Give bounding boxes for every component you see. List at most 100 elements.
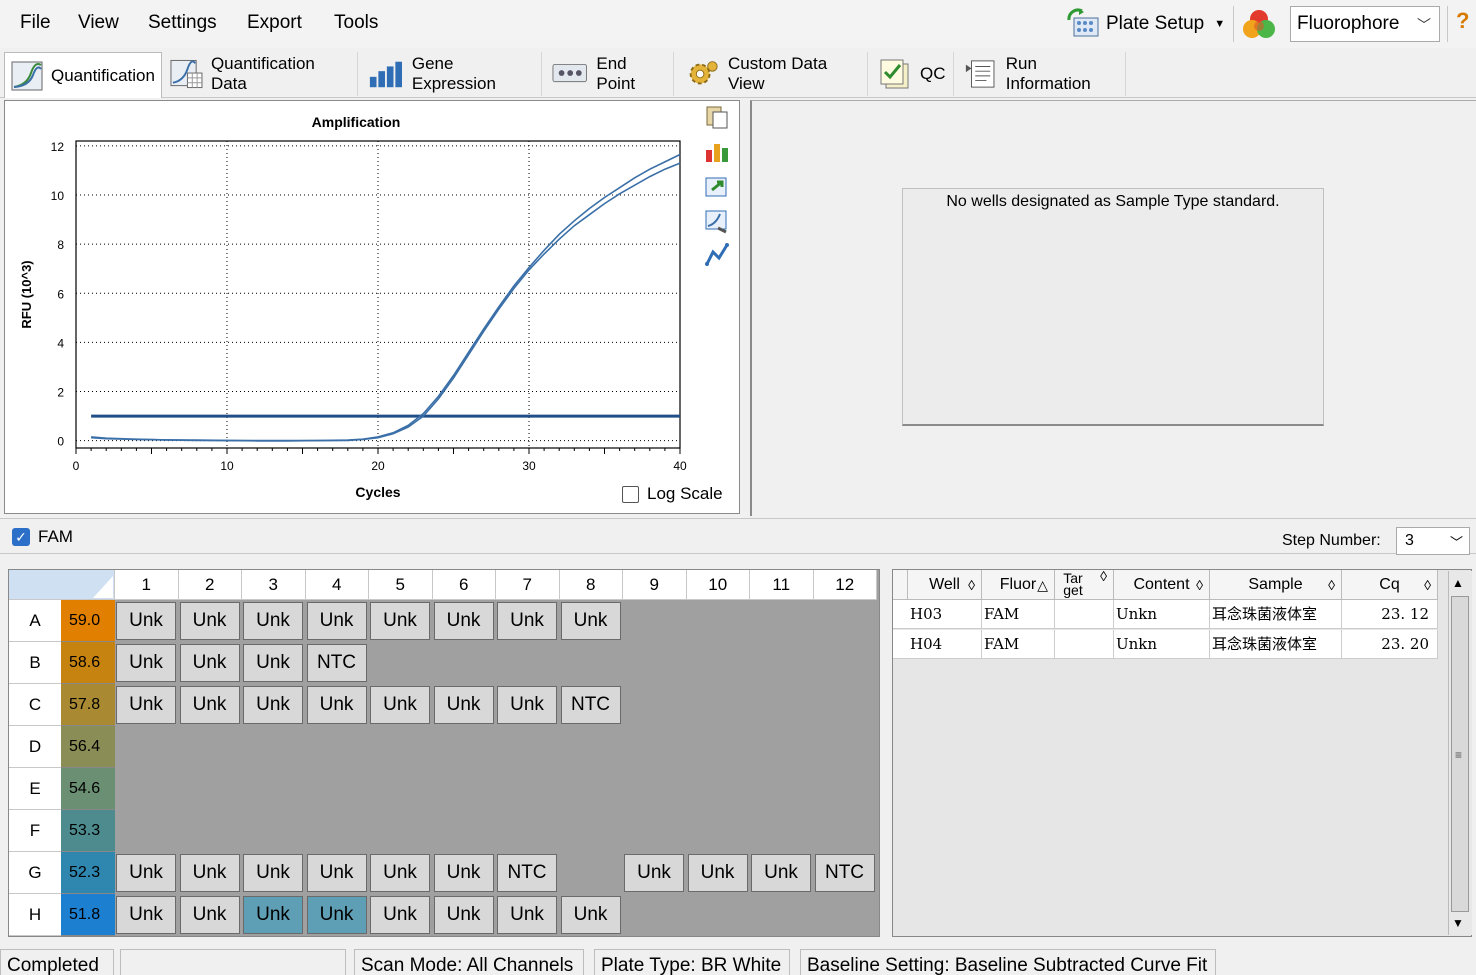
plate-row-header[interactable]: C — [9, 684, 61, 726]
tab-quantification[interactable]: Quantification — [4, 52, 162, 98]
plate-well[interactable]: Unk — [433, 896, 494, 934]
plate-well[interactable]: Unk — [306, 896, 367, 934]
plate-column-header[interactable]: 8 — [559, 570, 623, 600]
results-cell[interactable]: H03 — [908, 600, 982, 629]
plate-row-header[interactable]: F — [9, 810, 61, 852]
tab-gene-expression[interactable]: Gene Expression — [362, 52, 542, 96]
results-cell[interactable]: Unkn — [1114, 600, 1210, 629]
tab-run-information[interactable]: Run Information — [958, 52, 1126, 96]
step-number-select[interactable]: 3 ﹀ — [1396, 527, 1470, 555]
results-cell[interactable]: 耳念珠菌液体室 — [1210, 600, 1342, 629]
plate-well[interactable]: Unk — [243, 686, 303, 724]
scroll-up-icon[interactable]: ▲ — [1452, 576, 1464, 590]
plate-column-header[interactable]: 1 — [115, 570, 179, 600]
plate-column-header[interactable]: 12 — [813, 570, 877, 600]
plate-well[interactable]: Unk — [370, 854, 430, 892]
plate-column-header[interactable]: 2 — [178, 570, 242, 600]
copy-icon[interactable] — [704, 104, 730, 130]
plate-well[interactable]: Unk — [179, 602, 240, 640]
plate-well[interactable]: Unk — [751, 854, 811, 892]
menu-tools[interactable]: Tools — [334, 12, 378, 34]
plate-column-header[interactable]: 4 — [305, 570, 369, 600]
menu-export[interactable]: Export — [247, 12, 302, 34]
plate-well[interactable]: Unk — [560, 896, 621, 934]
results-row-header[interactable] — [893, 600, 908, 629]
results-cell[interactable]: FAM — [982, 630, 1055, 659]
results-column-header[interactable]: Fluor △ — [982, 570, 1055, 600]
plate-well[interactable]: NTC — [497, 854, 557, 892]
plate-well[interactable]: Unk — [497, 602, 557, 640]
plate-column-header[interactable]: 9 — [623, 570, 687, 600]
results-cell[interactable]: FAM — [982, 600, 1055, 629]
plate-well[interactable]: Unk — [243, 854, 303, 892]
plate-well[interactable]: Unk — [243, 896, 303, 934]
results-column-header[interactable]: Tar get ◊ — [1055, 569, 1114, 600]
plate-well[interactable]: Unk — [179, 686, 240, 724]
amplification-chart[interactable]: 0 2 4 6 8 10 12 0 10 20 30 40 Amplification Cycles RFU… — [4, 100, 740, 514]
plate-setup-button[interactable]: Plate Setup ▼ — [1066, 6, 1225, 42]
plate-well[interactable]: Unk — [497, 896, 557, 934]
plate-well[interactable]: Unk — [433, 854, 494, 892]
plate-well[interactable]: Unk — [306, 602, 367, 640]
plate-well[interactable]: Unk — [243, 602, 303, 640]
results-cell[interactable]: 耳念珠菌液体室 — [1210, 630, 1342, 659]
plate-well[interactable]: Unk — [497, 686, 557, 724]
zoom-chart-icon[interactable] — [704, 208, 730, 234]
fam-checkbox[interactable]: ✓ — [12, 528, 30, 546]
plate-row-header[interactable]: H — [9, 894, 61, 936]
plate-well[interactable]: Unk — [370, 896, 430, 934]
plate-column-header[interactable]: 10 — [686, 570, 750, 600]
results-cell[interactable]: 23. 12 — [1342, 600, 1438, 629]
menu-file[interactable]: File — [20, 12, 51, 34]
plate-column-header[interactable]: 11 — [750, 570, 814, 600]
plate-well[interactable]: Unk — [687, 854, 748, 892]
plate-row-header[interactable]: A — [9, 600, 61, 642]
plate-column-header[interactable]: 7 — [496, 570, 560, 600]
plate-select-all-corner[interactable] — [9, 570, 115, 600]
plate-column-header[interactable]: 3 — [242, 570, 306, 600]
plate-well[interactable]: Unk — [179, 854, 240, 892]
plate-row-header[interactable]: G — [9, 852, 61, 894]
menu-settings[interactable]: Settings — [148, 12, 217, 34]
results-row-header[interactable] — [893, 630, 908, 659]
menu-view[interactable]: View — [78, 12, 119, 34]
plate-well[interactable]: Unk — [116, 854, 176, 892]
plate-well[interactable]: Unk — [243, 644, 303, 682]
tab-qc[interactable]: QC — [872, 52, 954, 96]
curve-fit-icon[interactable] — [704, 242, 730, 268]
plate-well[interactable]: NTC — [814, 854, 875, 892]
plate-well[interactable]: Unk — [433, 602, 494, 640]
plate-well[interactable]: Unk — [116, 602, 176, 640]
results-cell[interactable]: 23. 20 — [1342, 630, 1438, 659]
tab-quantification-data[interactable]: Quantification Data — [164, 52, 358, 96]
plate-well[interactable]: Unk — [306, 854, 367, 892]
plate-row-header[interactable]: B — [9, 642, 61, 684]
fluorophore-color-icon[interactable] — [1240, 6, 1278, 42]
export-chart-icon[interactable] — [704, 174, 730, 200]
plate-well[interactable]: NTC — [306, 644, 367, 682]
plate-column-header[interactable]: 6 — [432, 570, 496, 600]
plate-well[interactable]: Unk — [116, 644, 176, 682]
plate-column-header[interactable]: 5 — [369, 570, 433, 600]
results-column-header[interactable]: Well ◊ — [908, 570, 982, 600]
scroll-down-icon[interactable]: ▼ — [1452, 916, 1464, 930]
fluorophore-select[interactable]: Fluorophore ﹀ — [1290, 6, 1440, 42]
plate-well[interactable]: Unk — [179, 896, 240, 934]
plate-row-header[interactable]: E — [9, 768, 61, 810]
plate-well[interactable]: Unk — [433, 686, 494, 724]
plate-well[interactable]: Unk — [370, 602, 430, 640]
plate-well[interactable]: NTC — [560, 686, 621, 724]
tab-custom-data-view[interactable]: Custom Data View — [678, 52, 868, 96]
results-cell[interactable]: Unkn — [1114, 630, 1210, 659]
plate-row-header[interactable]: D — [9, 726, 61, 768]
plate-well[interactable]: Unk — [306, 686, 367, 724]
plate-well[interactable]: Unk — [624, 854, 684, 892]
results-cell[interactable] — [1055, 630, 1114, 659]
tab-end-point[interactable]: End Point — [546, 52, 674, 96]
plate-well[interactable]: Unk — [370, 686, 430, 724]
results-column-header[interactable]: Content ◊ — [1114, 570, 1210, 600]
results-column-header[interactable]: Sample ◊ — [1210, 570, 1342, 600]
plate-well[interactable]: Unk — [116, 896, 176, 934]
results-cell[interactable] — [1055, 600, 1114, 629]
results-cell[interactable]: H04 — [908, 630, 982, 659]
